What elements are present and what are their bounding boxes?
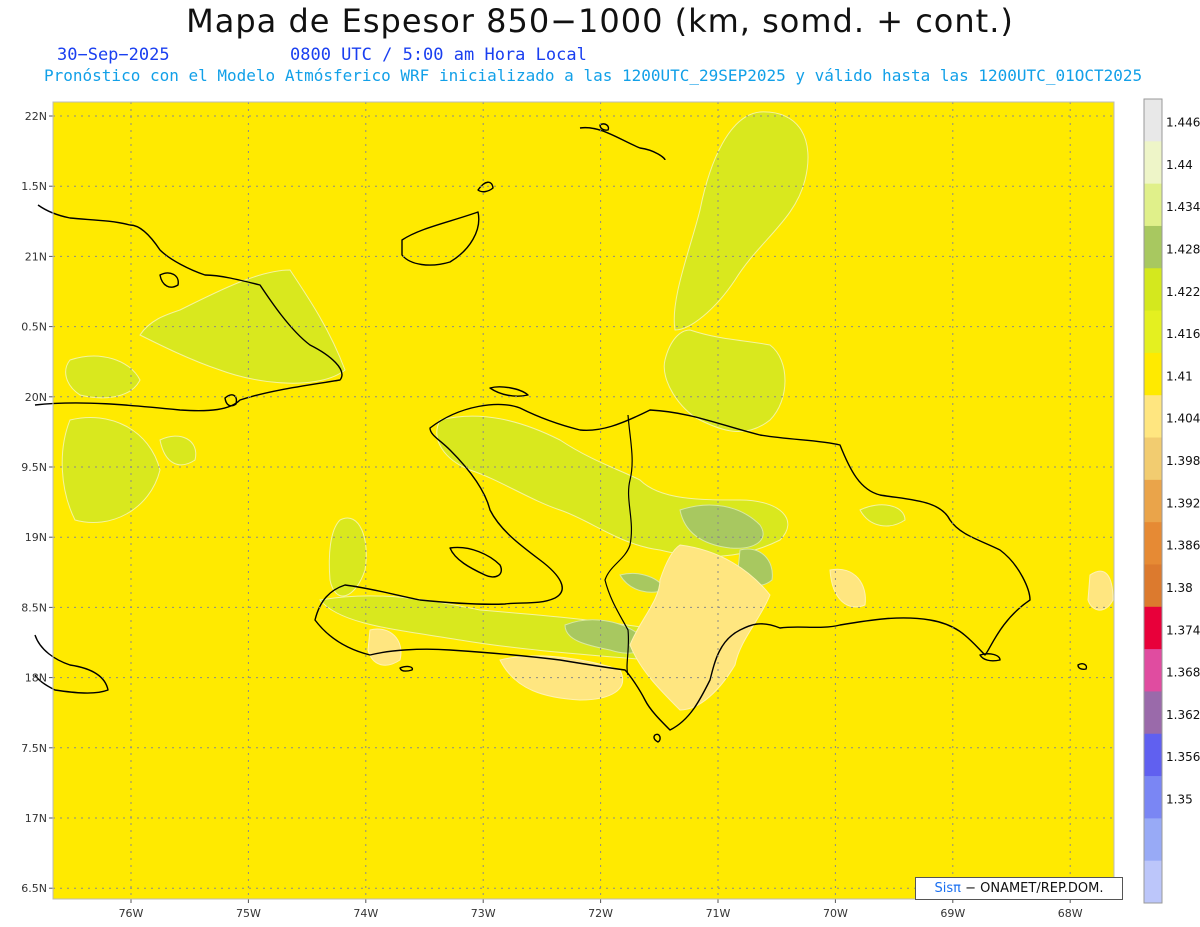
colorbar-swatch <box>1144 860 1162 904</box>
colorbar-label: 1.434 <box>1166 200 1200 214</box>
colorbar-label: 1.446 <box>1166 116 1200 130</box>
colorbar-label: 1.35 <box>1166 793 1193 807</box>
colorbar-swatch <box>1144 564 1162 608</box>
colorbar-label: 1.398 <box>1166 454 1200 468</box>
lon-label: 70W <box>823 907 848 920</box>
colorbar-swatch <box>1144 818 1162 862</box>
lon-label: 72W <box>588 907 613 920</box>
colorbar-label: 1.38 <box>1166 581 1193 595</box>
colorbar-swatch <box>1144 310 1162 354</box>
lon-label: 74W <box>353 907 378 920</box>
colorbar-label: 1.404 <box>1166 412 1200 426</box>
lat-label: 18N <box>25 672 47 685</box>
colorbar-label: 1.362 <box>1166 708 1200 722</box>
colorbar-swatch <box>1144 141 1162 185</box>
lon-label: 75W <box>236 907 261 920</box>
colorbar-label: 1.368 <box>1166 666 1200 680</box>
lon-label: 68W <box>1058 907 1083 920</box>
thickness-map: 76W 75W 74W 73W 72W 71W 70W 69W 68W 22N 1.5N 21N 0.5… <box>21 98 1200 920</box>
lat-label: 17N <box>25 812 47 825</box>
colorbar-swatch <box>1144 649 1162 692</box>
colorbar-label: 1.416 <box>1166 327 1200 341</box>
lon-label: 73W <box>471 907 496 920</box>
lat-label: 19N <box>25 531 47 544</box>
colorbar-swatch <box>1144 225 1162 269</box>
colorbar-swatch <box>1144 522 1162 565</box>
lat-label: 6.5N <box>21 882 47 895</box>
lat-label: 20N <box>25 391 47 404</box>
colorbar-swatch <box>1144 99 1162 142</box>
colorbar-swatch <box>1144 268 1162 312</box>
colorbar-label: 1.392 <box>1166 496 1200 510</box>
lat-label: 22N <box>25 110 47 123</box>
colorbar-swatch <box>1144 606 1162 650</box>
colorbar-swatch <box>1144 479 1162 523</box>
colorbar-swatch <box>1144 352 1162 396</box>
colorbar-label: 1.356 <box>1166 750 1200 764</box>
colorbar: 1.446 1.44 1.434 1.428 1.422 1.416 1.41 1.404 1.… <box>1143 98 1200 904</box>
lat-label: 8.5N <box>21 601 47 614</box>
colorbar-swatch <box>1144 691 1162 735</box>
colorbar-label: 1.428 <box>1166 242 1200 256</box>
lon-label: 69W <box>940 907 965 920</box>
colorbar-swatch <box>1144 395 1162 439</box>
colorbar-swatch <box>1144 733 1162 777</box>
colorbar-label: 1.422 <box>1166 285 1200 299</box>
colorbar-swatch <box>1144 776 1162 819</box>
lat-label: 21N <box>25 250 47 263</box>
colorbar-label: 1.44 <box>1166 158 1193 172</box>
low-east-edge <box>1087 570 1114 611</box>
colorbar-label: 1.41 <box>1166 369 1193 383</box>
credit-text: − ONAMET/REP.DOM. <box>965 881 1104 896</box>
lat-label: 9.5N <box>21 461 47 474</box>
colorbar-label: 1.386 <box>1166 539 1200 553</box>
colorbar-swatch <box>1144 183 1162 227</box>
lat-label: 1.5N <box>21 180 47 193</box>
lat-label: 7.5N <box>21 742 47 755</box>
lon-label: 71W <box>706 907 731 920</box>
lon-label: 76W <box>119 907 144 920</box>
lat-label: 0.5N <box>21 321 47 334</box>
colorbar-label: 1.374 <box>1166 623 1200 637</box>
credit-brand: Sisπ <box>934 881 961 896</box>
credit-box: Sisπ − ONAMET/REP.DOM. <box>915 877 1123 900</box>
colorbar-swatch <box>1144 437 1162 481</box>
